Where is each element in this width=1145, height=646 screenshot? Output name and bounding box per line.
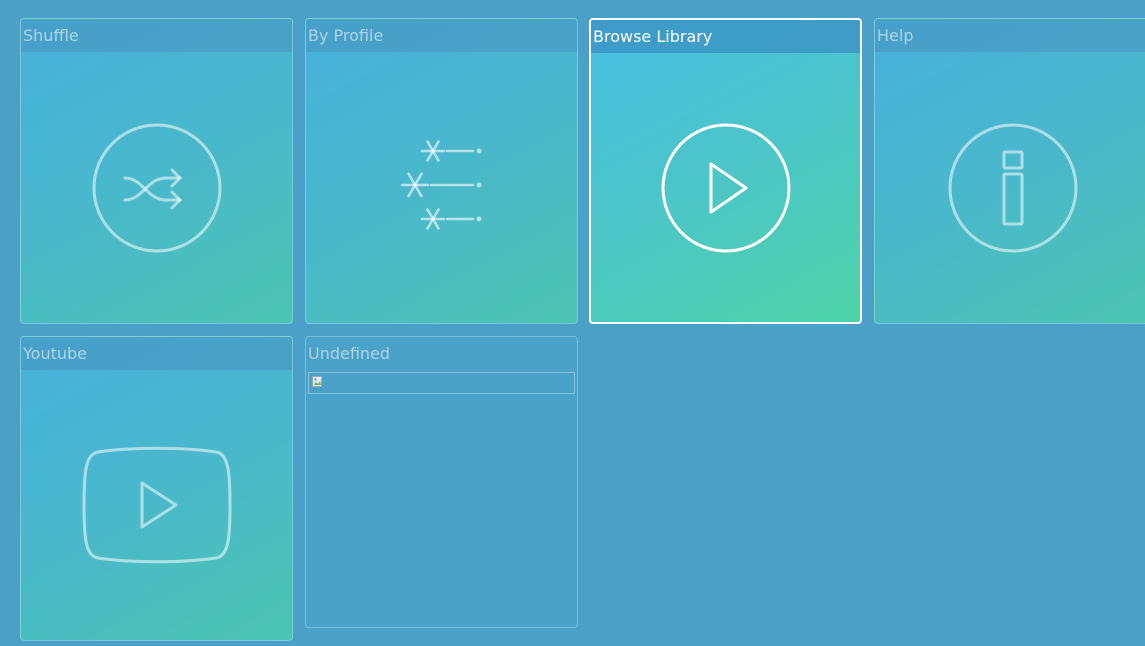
tile-title: Undefined [308, 344, 391, 363]
info-icon [948, 123, 1078, 252]
play-circle-icon [661, 123, 790, 252]
tile-shuffle[interactable]: Shuffle [20, 18, 293, 324]
youtube-icon [82, 446, 231, 564]
tile-help[interactable]: Help [874, 18, 1145, 324]
tile-title: By Profile [306, 19, 577, 52]
tile-title: Shuffle [21, 19, 292, 52]
tile-undefined[interactable]: Undefined [305, 336, 578, 628]
tile-title: Browse Library [591, 20, 860, 53]
tile-by-profile[interactable]: By Profile [305, 18, 578, 324]
snowflake-wind-icon [400, 139, 481, 230]
broken-image [308, 372, 575, 394]
shuffle-icon [92, 123, 221, 252]
tile-title: Youtube [21, 337, 292, 370]
tile-title: Help [875, 19, 1145, 52]
broken-image-icon [312, 376, 322, 387]
tile-youtube[interactable]: Youtube [20, 336, 293, 641]
tile-browse-library[interactable]: Browse Library [589, 18, 862, 324]
